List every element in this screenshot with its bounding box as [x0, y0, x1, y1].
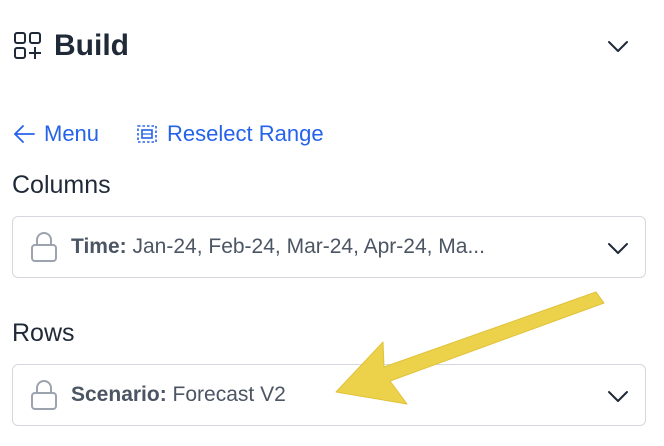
arrow-left-icon [14, 125, 35, 143]
reselect-range-label: Reselect Range [167, 121, 324, 146]
panel-nav-links: Menu Reselect Range [12, 118, 360, 150]
columns-selector-text: Time: Jan-24, Feb-24, Mar-24, Apr-24, Ma… [71, 235, 485, 259]
lock-icon [31, 380, 57, 410]
chevron-down-icon [608, 243, 628, 254]
columns-selector[interactable]: Time: Jan-24, Feb-24, Mar-24, Apr-24, Ma… [12, 216, 646, 278]
build-panel-header: Build [12, 24, 642, 68]
columns-dimension-values: Jan-24, Feb-24, Mar-24, Apr-24, Ma... [132, 235, 485, 258]
menu-link[interactable]: Menu [12, 121, 99, 147]
build-grid-plus-icon [14, 32, 41, 59]
columns-label: Columns [12, 171, 111, 199]
panel-title: Build [54, 29, 129, 62]
rows-dimension-name: Scenario: [71, 383, 167, 406]
menu-link-label: Menu [44, 121, 100, 146]
rows-selector-text: Scenario: Forecast V2 [71, 383, 286, 407]
rows-dimension-values: Forecast V2 [172, 383, 286, 406]
lock-icon [31, 232, 57, 262]
chevron-down-icon [608, 41, 628, 52]
rows-label: Rows [12, 319, 75, 347]
rows-selector[interactable]: Scenario: Forecast V2 [12, 364, 646, 426]
columns-dimension-name: Time: [71, 235, 127, 258]
select-range-icon [137, 125, 157, 143]
reselect-range-link[interactable]: Reselect Range [135, 121, 324, 147]
collapse-panel-button[interactable] [604, 32, 632, 60]
chevron-down-icon [608, 391, 628, 402]
